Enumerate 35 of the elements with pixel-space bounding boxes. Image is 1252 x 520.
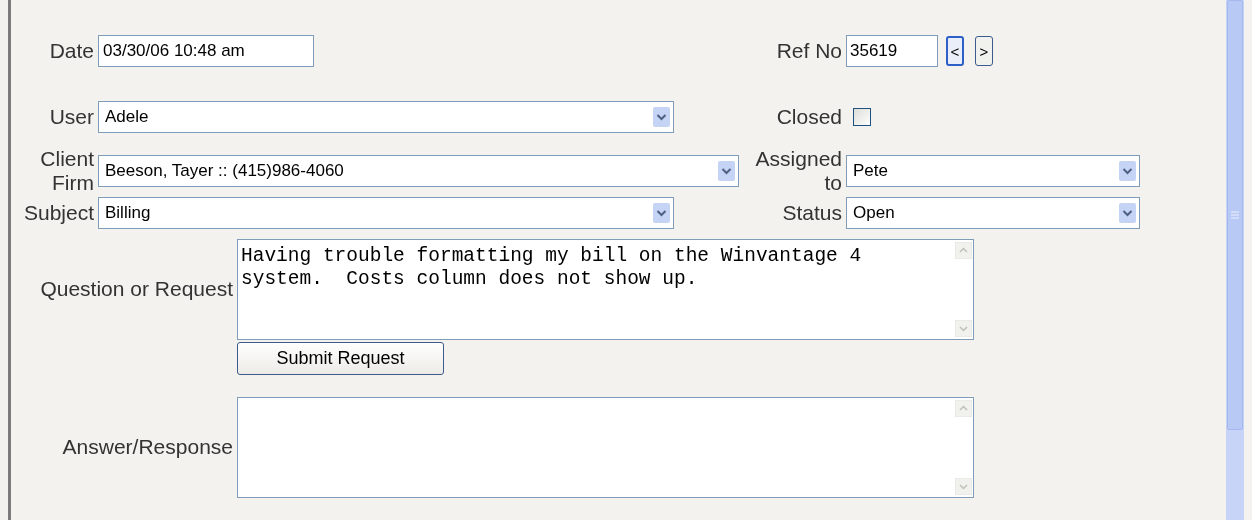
chevron-down-icon: [1119, 161, 1136, 181]
chevron-down-icon: [653, 203, 670, 223]
next-button[interactable]: >: [975, 36, 993, 66]
scroll-down-icon[interactable]: [955, 320, 972, 337]
date-label: Date: [48, 39, 95, 63]
subject-label: Subject: [22, 201, 95, 225]
ref-no-field[interactable]: 35619: [846, 35, 938, 67]
subject-dropdown[interactable]: Billing: [98, 197, 674, 229]
user-label: User: [48, 105, 95, 129]
user-dropdown[interactable]: Adele: [98, 101, 674, 133]
status-label: Status: [781, 201, 843, 225]
question-label: Question or Request: [39, 277, 234, 301]
closed-checkbox[interactable]: [853, 108, 871, 126]
scroll-up-icon[interactable]: [955, 400, 972, 417]
grip-icon: [1231, 211, 1239, 219]
submit-request-button[interactable]: Submit Request: [237, 342, 444, 375]
answer-text-area[interactable]: [237, 397, 974, 498]
date-field[interactable]: 03/30/06 10:48 am: [98, 35, 314, 67]
client-firm-label: Client Firm: [39, 147, 95, 195]
chevron-down-icon: [718, 161, 735, 181]
scrollbar-thumb[interactable]: [1227, 0, 1243, 430]
client-firm-dropdown[interactable]: Beeson, Tayer :: (415)986-4060: [98, 155, 739, 187]
scroll-up-icon[interactable]: [955, 242, 972, 259]
closed-label: Closed: [775, 105, 843, 129]
ref-no-label: Ref No: [775, 39, 843, 63]
previous-button[interactable]: <: [946, 36, 964, 66]
chevron-down-icon: [1119, 203, 1136, 223]
scroll-down-icon[interactable]: [955, 478, 972, 495]
answer-label: Answer/Response: [61, 435, 234, 459]
chevron-down-icon: [653, 107, 670, 127]
status-dropdown[interactable]: Open: [846, 197, 1140, 229]
assigned-to-dropdown[interactable]: Pete: [846, 155, 1140, 187]
question-text-area[interactable]: Having trouble formatting my bill on the Winvantage 4 system. Costs column does not show up.: [237, 239, 974, 340]
scrollbar[interactable]: [1226, 0, 1244, 520]
assigned-to-label: Assigned to: [754, 147, 843, 195]
